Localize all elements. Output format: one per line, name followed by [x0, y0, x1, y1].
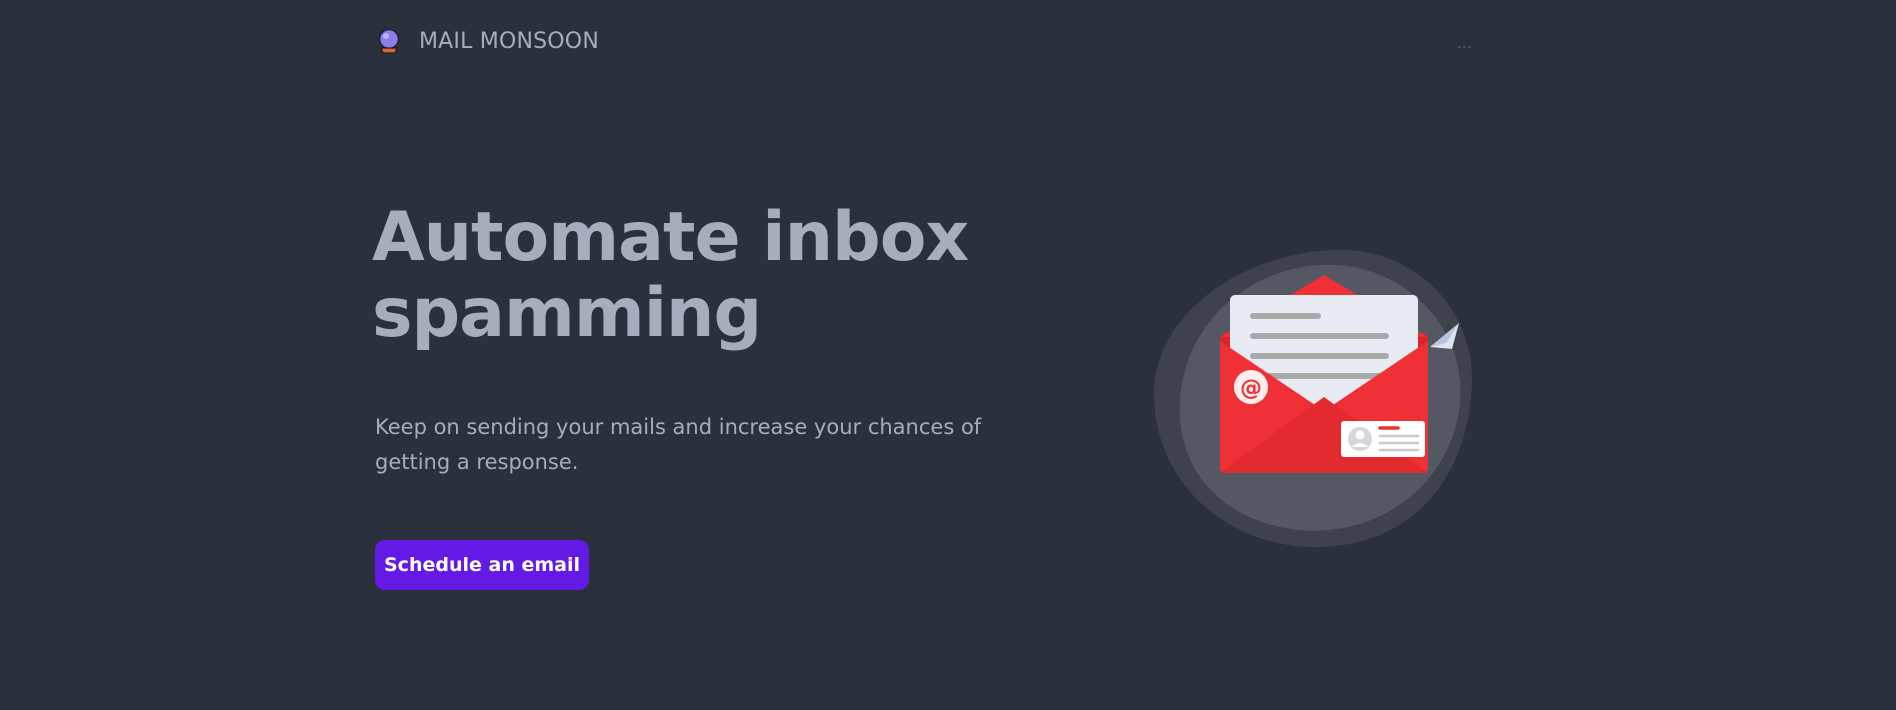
- crystal-ball-icon: [378, 28, 400, 54]
- hero-title: Automate inbox spamming: [372, 198, 969, 353]
- brand-name: MAIL MONSOON: [419, 28, 599, 54]
- ellipsis-icon[interactable]: [1458, 46, 1474, 50]
- hero-subtitle: Keep on sending your mails and increase …: [375, 410, 1015, 480]
- open-envelope-icon: @: [1153, 249, 1473, 548]
- landing-page: MAIL MONSOON Automate inbox spamming Kee…: [0, 0, 1896, 710]
- schedule-email-button[interactable]: Schedule an email: [375, 540, 589, 590]
- hero-title-line: spamming: [372, 274, 762, 353]
- brand[interactable]: MAIL MONSOON: [375, 26, 599, 56]
- at-symbol-label: @: [1240, 376, 1262, 401]
- hero-subtitle-line: getting a response.: [375, 450, 579, 474]
- hero-subtitle-line: Keep on sending your mails and increase …: [375, 415, 982, 439]
- hero-title-line: Automate inbox: [372, 198, 969, 277]
